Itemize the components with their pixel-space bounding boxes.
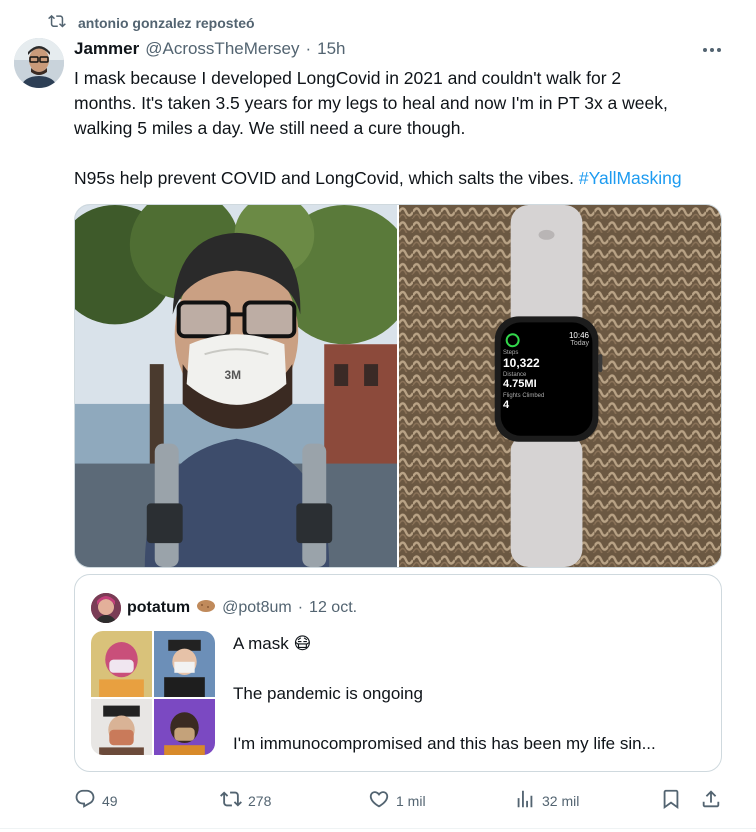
author-name[interactable]: Jammer xyxy=(74,39,139,59)
tweet-text: I mask because I developed LongCovid in … xyxy=(74,66,730,191)
svg-text:3M: 3M xyxy=(225,368,242,382)
quoted-author-handle[interactable]: @pot8um xyxy=(222,599,292,617)
quoted-photo[interactable] xyxy=(91,699,152,755)
share-icon xyxy=(700,788,722,813)
author-avatar[interactable] xyxy=(14,38,64,88)
quoted-text: A mask 😷 The pandemic is ongoing I'm imm… xyxy=(233,631,703,756)
separator-dot: · xyxy=(305,39,312,58)
quoted-media-grid[interactable] xyxy=(91,631,215,755)
quoted-text-line: The pandemic is ongoing xyxy=(233,684,423,703)
watch-flights-value: 4 xyxy=(503,399,510,411)
watch-screen: 10:46 Today Steps 10,322 Distance 4.75MI… xyxy=(503,331,589,411)
reply-button[interactable]: 49 xyxy=(74,788,118,813)
separator-dot: · xyxy=(297,599,304,616)
quoted-avatar[interactable] xyxy=(91,593,121,623)
quoted-photo[interactable] xyxy=(91,631,152,697)
views-count: 32 mil xyxy=(542,792,580,809)
watch-flights-label: Flights Climbed xyxy=(503,393,545,399)
reply-icon xyxy=(74,788,96,813)
repost-icon xyxy=(220,788,242,813)
author-handle[interactable]: @AcrossTheMersey xyxy=(145,39,299,59)
photo-selfie[interactable]: 3M xyxy=(75,205,397,567)
repost-icon xyxy=(48,12,66,33)
action-bar: 49 278 1 mil 32 mil xyxy=(74,788,722,814)
tweet-header: Jammer @AcrossTheMersey · 15h xyxy=(74,39,696,59)
quoted-tweet-header: potatum @pot8um · 12 oct. xyxy=(91,593,357,623)
quoted-text-line: A mask 😷 xyxy=(233,634,312,653)
watch-period: Today xyxy=(570,340,589,347)
repost-count: 278 xyxy=(248,792,272,809)
views-icon xyxy=(514,788,536,813)
quoted-author-name[interactable]: potatum xyxy=(127,599,190,617)
more-icon[interactable] xyxy=(698,40,726,60)
tweet-media: 3M 10:46 Today Steps 10,322 Distance 4.7… xyxy=(74,204,722,568)
quoted-photo[interactable] xyxy=(154,699,215,755)
quoted-text-line: I'm immunocompromised and this has been … xyxy=(233,734,656,753)
share-button[interactable] xyxy=(700,788,722,813)
tweet-text-line: months. It's taken 3.5 years for my legs… xyxy=(74,93,668,113)
hashtag-link[interactable]: #YallMasking xyxy=(579,168,682,188)
repost-header[interactable]: antonio gonzalez reposteó xyxy=(48,12,255,33)
repost-label: antonio gonzalez reposteó xyxy=(78,14,255,31)
tweet-text-line: walking 5 miles a day. We still need a c… xyxy=(74,118,466,138)
repost-button[interactable]: 278 xyxy=(220,788,271,813)
heart-icon xyxy=(368,788,390,813)
tweet-text-line: N95s help prevent COVID and LongCovid, w… xyxy=(74,166,730,191)
divider xyxy=(0,828,756,829)
reply-count: 49 xyxy=(102,792,118,809)
quoted-photo[interactable] xyxy=(154,631,215,697)
watch-distance-value: 4.75MI xyxy=(503,378,537,390)
photo-watch[interactable]: 10:46 Today Steps 10,322 Distance 4.75MI… xyxy=(399,205,721,567)
bookmark-button[interactable] xyxy=(660,788,682,813)
tweet-time[interactable]: 15h xyxy=(317,39,345,59)
like-count: 1 mil xyxy=(396,792,426,809)
quoted-tweet[interactable]: potatum @pot8um · 12 oct. A mask 😷 The p… xyxy=(74,574,722,772)
tweet-text-line: I mask because I developed LongCovid in … xyxy=(74,68,622,88)
quoted-date[interactable]: 12 oct. xyxy=(309,599,357,617)
like-button[interactable]: 1 mil xyxy=(368,788,426,813)
potato-icon xyxy=(196,599,216,618)
watch-steps-value: 10,322 xyxy=(503,356,540,370)
tweet-text-body: N95s help prevent COVID and LongCovid, w… xyxy=(74,168,579,188)
bookmark-icon xyxy=(660,788,682,813)
watch-time: 10:46 xyxy=(568,331,589,340)
views-button[interactable]: 32 mil xyxy=(514,788,579,813)
